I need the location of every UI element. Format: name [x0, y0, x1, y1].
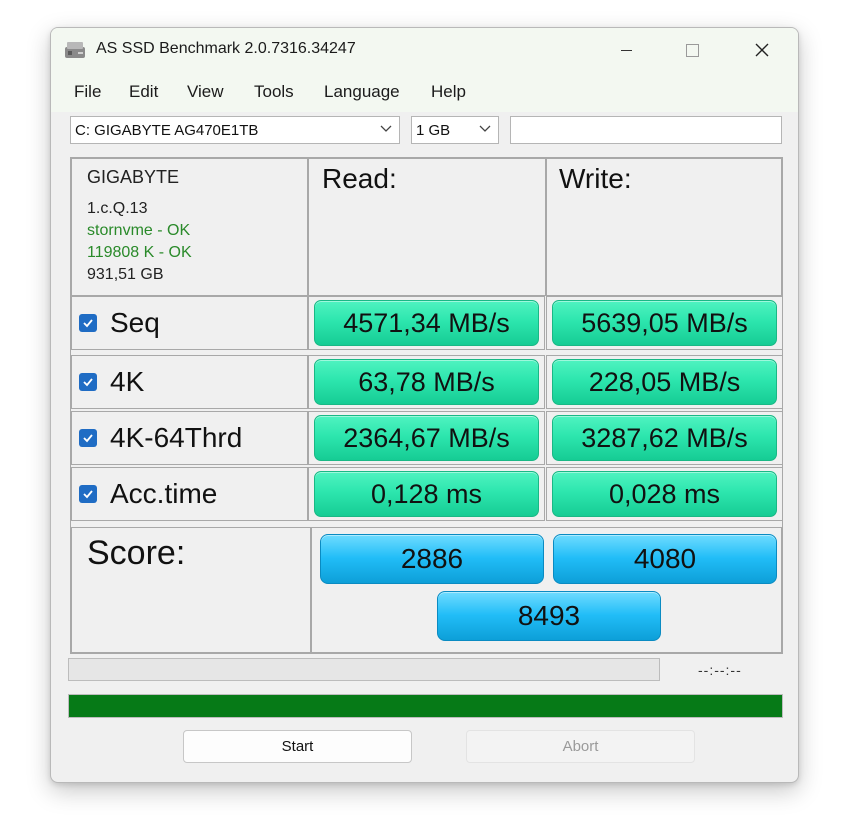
start-button[interactable]: Start [183, 730, 412, 763]
minimize-icon [620, 49, 632, 51]
abort-button[interactable]: Abort [466, 730, 695, 763]
maximize-icon [685, 43, 699, 57]
menu-edit[interactable]: Edit [129, 82, 158, 102]
drive-firmware: 1.c.Q.13 [87, 200, 148, 217]
title-bar: AS SSD Benchmark 2.0.7316.34247 [51, 28, 798, 72]
seq-read-value: 4571,34 MB/s [314, 300, 539, 346]
drive-brand: GIGABYTE [87, 167, 180, 187]
seq-checkbox[interactable] [79, 314, 97, 332]
app-window: AS SSD Benchmark 2.0.7316.34247 File Edi… [50, 27, 799, 783]
4k-64thrd-label: 4K-64Thrd [110, 422, 243, 453]
menu-tools[interactable]: Tools [254, 82, 294, 102]
read-header-cell: Read: [308, 158, 546, 296]
menu-view[interactable]: View [187, 82, 224, 102]
4k-64thrd-write-cell: 3287,62 MB/s [546, 411, 783, 465]
acc-time-read-value: 0,128 ms [314, 471, 539, 517]
elapsed-time: --:--:-- [698, 662, 742, 678]
menu-file[interactable]: File [74, 82, 101, 102]
checkmark-icon [83, 378, 93, 387]
4k-write-cell: 228,05 MB/s [546, 355, 783, 409]
results-grid: GIGABYTE 1.c.Q.13 stornvme - OK 119808 K… [70, 157, 783, 654]
menu-help[interactable]: Help [431, 82, 466, 102]
acc-time-read-cell: 0,128 ms [308, 467, 545, 521]
test-row-4k: 4K [71, 355, 308, 409]
4k-64thrd-read-value: 2364,67 MB/s [314, 415, 539, 461]
score-values-cell: 2886 4080 8493 [311, 527, 782, 653]
menu-bar: File Edit View Tools Language Help [51, 72, 798, 112]
checkmark-icon [83, 319, 93, 328]
acc-time-write-cell: 0,028 ms [546, 467, 783, 521]
maximize-button[interactable] [669, 28, 715, 72]
write-score: 4080 [553, 534, 777, 584]
4k-write-value: 228,05 MB/s [552, 359, 777, 405]
4k-read-value: 63,78 MB/s [314, 359, 539, 405]
drive-icon [65, 42, 85, 58]
score-label: Score: [87, 534, 186, 572]
checkmark-icon [83, 434, 93, 443]
close-button[interactable] [739, 28, 785, 72]
extra-field[interactable] [510, 116, 782, 144]
4k-64thrd-checkbox[interactable] [79, 429, 97, 447]
minimize-button[interactable] [603, 28, 649, 72]
4k-checkbox[interactable] [79, 373, 97, 391]
total-score: 8493 [437, 591, 661, 641]
test-row-acc-time: Acc.time [71, 467, 308, 521]
size-select-value: 1 GB [416, 122, 451, 139]
acc-time-label: Acc.time [110, 478, 218, 509]
read-column-header: Read: [322, 163, 397, 194]
4k-read-cell: 63,78 MB/s [308, 355, 545, 409]
drive-capacity: 931,51 GB [87, 266, 164, 283]
read-score: 2886 [320, 534, 544, 584]
drive-info-panel: GIGABYTE 1.c.Q.13 stornvme - OK 119808 K… [71, 158, 308, 296]
overall-progress-bar [68, 694, 783, 718]
write-column-header: Write: [559, 163, 632, 194]
close-icon [755, 43, 769, 57]
seq-read-cell: 4571,34 MB/s [308, 296, 545, 350]
window-title: AS SSD Benchmark 2.0.7316.34247 [96, 40, 356, 57]
size-select[interactable]: 1 GB [411, 116, 499, 144]
alignment-status: 119808 K - OK [87, 244, 192, 261]
chevron-down-icon [479, 125, 491, 132]
test-row-seq: Seq [71, 296, 308, 350]
4k-label: 4K [110, 366, 145, 397]
test-progress-bar [68, 658, 660, 681]
drive-select-value: C: GIGABYTE AG470E1TB [75, 122, 259, 139]
4k-64thrd-write-value: 3287,62 MB/s [552, 415, 777, 461]
score-label-cell: Score: [71, 527, 311, 653]
seq-label: Seq [110, 307, 160, 338]
driver-status: stornvme - OK [87, 222, 191, 239]
4k-64thrd-read-cell: 2364,67 MB/s [308, 411, 545, 465]
menu-language[interactable]: Language [324, 82, 400, 102]
chevron-down-icon [380, 125, 392, 132]
write-header-cell: Write: [546, 158, 782, 296]
drive-select[interactable]: C: GIGABYTE AG470E1TB [70, 116, 400, 144]
checkmark-icon [83, 490, 93, 499]
seq-write-cell: 5639,05 MB/s [546, 296, 783, 350]
test-row-4k-64thrd: 4K-64Thrd [71, 411, 308, 465]
acc-time-checkbox[interactable] [79, 485, 97, 503]
seq-write-value: 5639,05 MB/s [552, 300, 777, 346]
acc-time-write-value: 0,028 ms [552, 471, 777, 517]
overall-progress-fill [69, 695, 782, 717]
